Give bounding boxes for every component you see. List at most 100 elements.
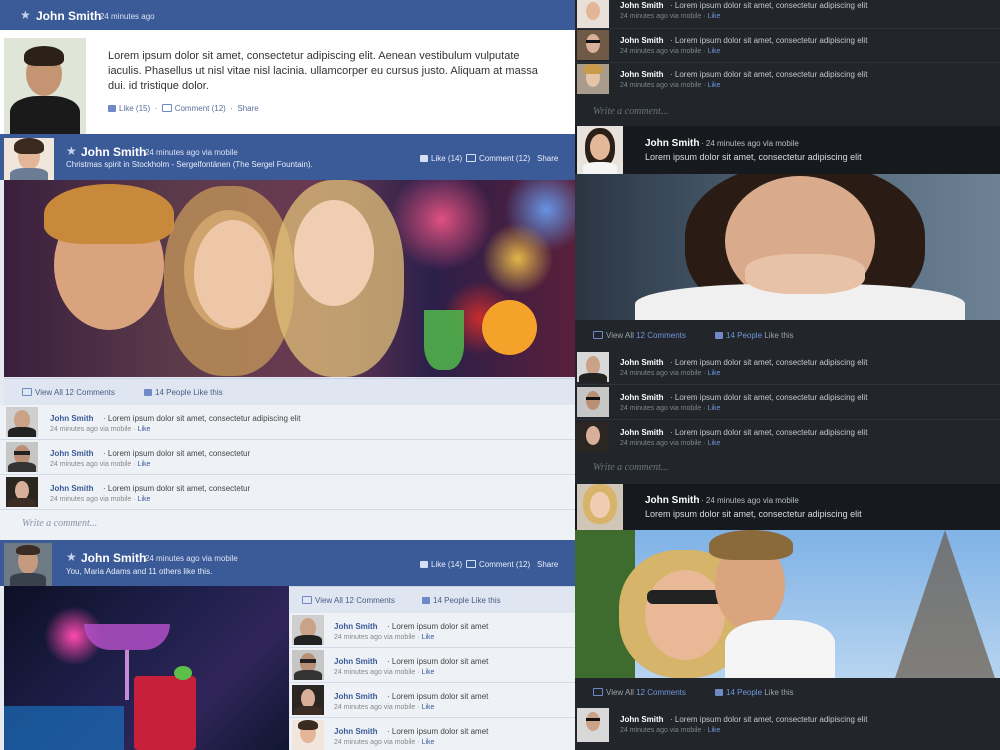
star-icon[interactable]: ★ — [66, 144, 77, 158]
post1-avatar[interactable] — [4, 38, 86, 134]
dark-post2-people-like[interactable]: 14 People Like this — [715, 688, 794, 697]
post2-comment[interactable]: Comment (12) — [466, 154, 530, 163]
comment-author[interactable]: John Smith — [50, 449, 94, 458]
dark-post1-photo[interactable] — [575, 174, 1000, 320]
comment-author[interactable]: John Smith — [334, 692, 378, 701]
post3-comments-panel: View All 12 Comments 14 People Like this… — [290, 586, 575, 750]
dark-post2-author[interactable]: John Smith — [645, 495, 699, 506]
comment-row: John Smith · Lorem ipsum dolor sit amet … — [290, 648, 575, 683]
post1-header: ★ John Smith · 24 minutes ago — [0, 0, 575, 30]
post1-like[interactable]: Like (15) — [108, 104, 150, 113]
thumbs-up-icon — [144, 389, 152, 396]
post3-view-comments[interactable]: View All 12 Comments — [302, 596, 395, 605]
comment-author[interactable]: John Smith — [620, 36, 664, 45]
write-comment-input[interactable]: Write a comment... — [593, 462, 668, 473]
comment-like-link[interactable]: Like — [138, 461, 151, 468]
post2-photo[interactable] — [4, 180, 575, 377]
comment-author[interactable]: John Smith — [620, 1, 664, 10]
post3-comment[interactable]: Comment (12) — [466, 560, 530, 569]
post3-avatar[interactable] — [4, 543, 52, 586]
comment-avatar[interactable] — [577, 352, 609, 382]
comment-author[interactable]: John Smith — [334, 622, 378, 631]
comment-author[interactable]: John Smith — [50, 484, 94, 493]
comment-avatar[interactable] — [292, 650, 324, 680]
write-comment-input[interactable]: Write a comment... — [22, 518, 97, 529]
comment-avatar[interactable] — [577, 387, 609, 417]
comment-like-link[interactable]: Like — [708, 405, 721, 412]
comment-text: · Lorem ipsum dolor sit amet, consectetu… — [670, 70, 868, 79]
comment-avatar[interactable] — [577, 0, 609, 28]
comment-like-link[interactable]: Like — [422, 739, 435, 746]
comment-meta: 24 minutes ago via mobile · Like — [620, 405, 721, 412]
comment-avatar[interactable] — [6, 407, 38, 437]
comment-author[interactable]: John Smith — [620, 358, 664, 367]
comment-avatar[interactable] — [577, 708, 609, 742]
post3-like[interactable]: Like (14) — [420, 560, 462, 569]
post1-comment[interactable]: Comment (12) — [161, 104, 226, 113]
post2-like[interactable]: Like (14) — [420, 154, 462, 163]
comment-like-link[interactable]: Like — [708, 48, 721, 55]
dark-post2-view-comments[interactable]: View All 12 Comments — [593, 688, 686, 697]
comment-avatar[interactable] — [292, 685, 324, 715]
comment-meta: 24 minutes ago via mobile · Like — [620, 13, 721, 20]
comment-avatar[interactable] — [577, 30, 609, 60]
post3-caption: You, Maria Adams and 11 others like this… — [66, 567, 213, 576]
comment-icon — [466, 560, 476, 568]
thumbs-up-icon — [420, 155, 428, 162]
post1-author[interactable]: John Smith — [36, 9, 101, 23]
comment-author[interactable]: John Smith — [620, 393, 664, 402]
comment-like-link[interactable]: Like — [422, 669, 435, 676]
dark-post1-avatar[interactable] — [577, 126, 623, 174]
post3-people-like[interactable]: 14 People Like this — [422, 596, 501, 605]
dark-post1-people-like[interactable]: 14 People Like this — [715, 331, 794, 340]
comment-avatar[interactable] — [292, 720, 324, 750]
post1-share[interactable]: Share — [237, 104, 258, 113]
star-icon[interactable]: ★ — [66, 550, 77, 564]
comment-like-link[interactable]: Like — [708, 440, 721, 447]
comment-meta: 24 minutes ago via mobile · Like — [50, 426, 151, 433]
comment-avatar[interactable] — [6, 477, 38, 507]
comment-author[interactable]: John Smith — [620, 70, 664, 79]
comment-like-link[interactable]: Like — [422, 634, 435, 641]
post2-avatar[interactable] — [4, 138, 54, 180]
comment-like-link[interactable]: Like — [708, 370, 721, 377]
comment-like-link[interactable]: Like — [422, 704, 435, 711]
post3-photo[interactable] — [4, 586, 289, 750]
post1-text: Lorem ipsum dolor sit amet, consectetur … — [108, 50, 538, 92]
dark-post2-avatar[interactable] — [577, 484, 623, 530]
dark-feed-column: John Smith · Lorem ipsum dolor sit amet,… — [575, 0, 1000, 750]
post2-people-like[interactable]: 14 People Like this — [144, 388, 223, 397]
comment-icon — [22, 388, 32, 396]
comment-like-link[interactable]: Like — [708, 727, 721, 734]
post2-header: ★ John Smith · 24 minutes ago via mobile… — [0, 134, 575, 180]
post2-view-comments[interactable]: View All 12 Comments — [22, 388, 115, 397]
comment-like-link[interactable]: Like — [138, 496, 151, 503]
comment-like-link[interactable]: Like — [708, 82, 721, 89]
comment-like-link[interactable]: Like — [708, 13, 721, 20]
star-icon[interactable]: ★ — [20, 8, 31, 22]
comment-author[interactable]: John Smith — [620, 715, 664, 724]
comment-like-link[interactable]: Like — [138, 426, 151, 433]
comment-author[interactable]: John Smith — [334, 657, 378, 666]
comment-icon — [161, 104, 172, 112]
post2-time: · 24 minutes ago via mobile — [140, 148, 238, 157]
dark-post1-author[interactable]: John Smith — [645, 138, 699, 149]
comment-avatar[interactable] — [577, 64, 609, 94]
post3-author[interactable]: John Smith — [81, 551, 146, 565]
comment-row: John Smith · Lorem ipsum dolor sit amet … — [290, 683, 575, 718]
comment-avatar[interactable] — [6, 442, 38, 472]
comment-avatar[interactable] — [292, 615, 324, 645]
comment-row: John Smith · Lorem ipsum dolor sit amet … — [290, 718, 575, 750]
dark-post2-photo[interactable] — [575, 530, 1000, 678]
post3-share[interactable]: Share — [537, 560, 558, 569]
comment-text: · Lorem ipsum dolor sit amet — [387, 622, 489, 631]
post2-share[interactable]: Share — [537, 154, 558, 163]
dark-post1-view-comments[interactable]: View All 12 Comments — [593, 331, 686, 340]
post2-author[interactable]: John Smith — [81, 145, 146, 159]
comment-text: · Lorem ipsum dolor sit amet, consectetu… — [103, 484, 251, 493]
write-comment-input[interactable]: Write a comment... — [593, 106, 668, 117]
comment-author[interactable]: John Smith — [620, 428, 664, 437]
comment-avatar[interactable] — [577, 422, 609, 452]
comment-author[interactable]: John Smith — [334, 727, 378, 736]
comment-author[interactable]: John Smith — [50, 414, 94, 423]
